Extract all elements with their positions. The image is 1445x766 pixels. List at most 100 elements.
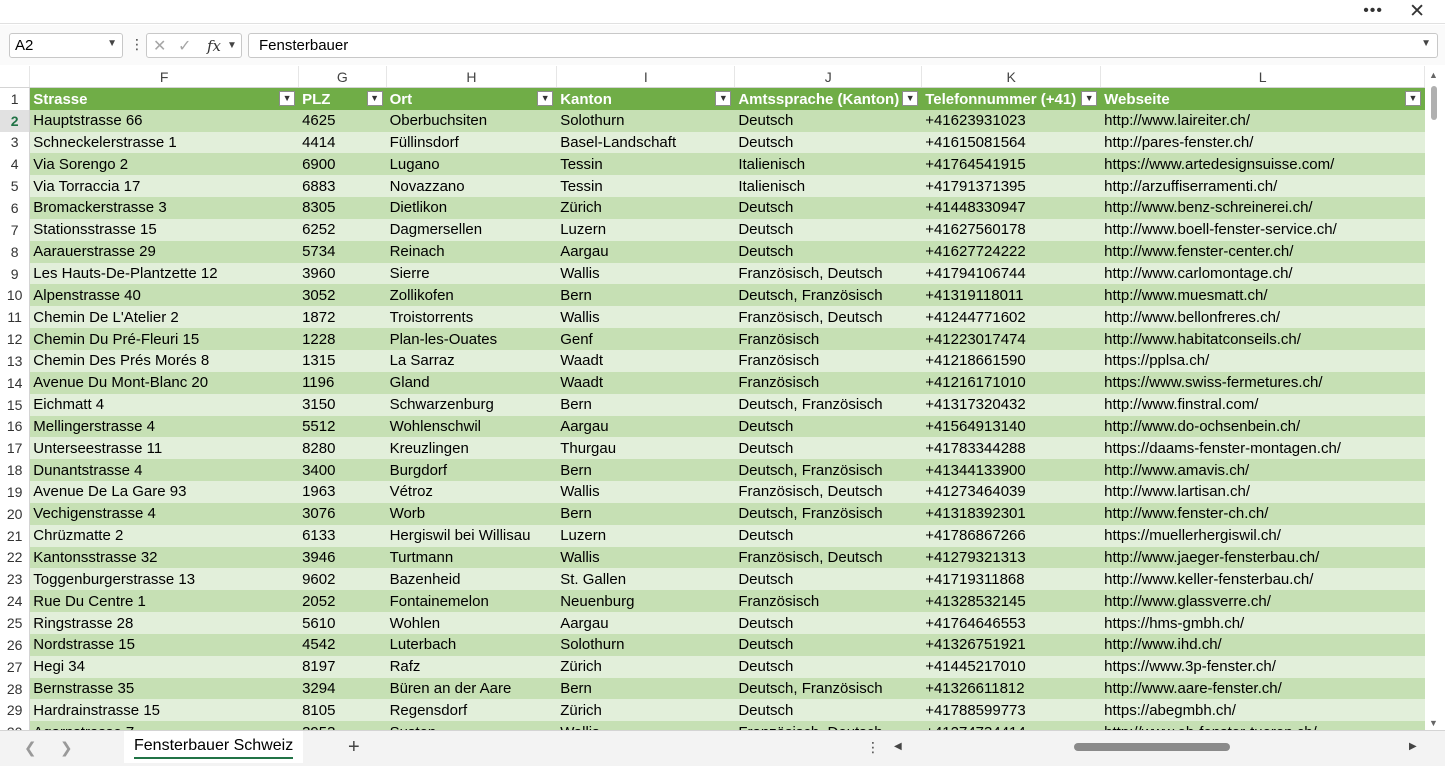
- table-cell[interactable]: http://www.habitatconseils.ch/: [1100, 328, 1425, 350]
- table-cell[interactable]: Hergiswil bei Willisau: [386, 524, 558, 547]
- table-cell[interactable]: Waadt: [556, 349, 736, 372]
- table-cell[interactable]: Unterseestrasse 11: [29, 437, 300, 460]
- row-number[interactable]: 28: [0, 677, 31, 700]
- header-cell[interactable]: Amtssprache (Kanton) ▼: [734, 87, 923, 110]
- table-cell[interactable]: 5512: [298, 415, 387, 438]
- table-cell[interactable]: Basel-Landschaft: [556, 131, 736, 154]
- table-cell[interactable]: Kreuzlingen: [386, 437, 558, 460]
- table-cell[interactable]: 3953: [298, 721, 387, 730]
- table-cell[interactable]: Französisch: [734, 590, 923, 613]
- table-cell[interactable]: 4414: [298, 131, 387, 154]
- table-cell[interactable]: Deutsch: [734, 633, 923, 656]
- scroll-thumb[interactable]: [1074, 743, 1230, 751]
- table-cell[interactable]: Susten: [386, 721, 558, 730]
- sheet-tab-active[interactable]: Fensterbauer Schweiz: [124, 731, 304, 763]
- row-number[interactable]: 4: [0, 153, 31, 176]
- column-header[interactable]: G: [298, 66, 387, 89]
- table-cell[interactable]: Büren an der Aare: [386, 677, 558, 700]
- table-cell[interactable]: http://www.finstral.com/: [1100, 393, 1425, 416]
- table-cell[interactable]: +41326751921: [921, 633, 1102, 656]
- filter-dropdown-icon[interactable]: ▼: [902, 91, 919, 107]
- table-cell[interactable]: Bern: [556, 459, 736, 482]
- column-header[interactable]: I: [556, 66, 736, 89]
- scroll-down-icon[interactable]: ▼: [1429, 718, 1438, 728]
- table-cell[interactable]: Worb: [386, 502, 558, 525]
- table-cell[interactable]: http://www.do-ochsenbein.ch/: [1100, 415, 1425, 438]
- row-number[interactable]: 9: [0, 262, 31, 285]
- table-cell[interactable]: Deutsch: [734, 415, 923, 438]
- row-number[interactable]: 23: [0, 568, 31, 591]
- table-cell[interactable]: Bern: [556, 284, 736, 307]
- table-cell[interactable]: +41615081564: [921, 131, 1102, 154]
- select-all-corner[interactable]: [0, 66, 31, 89]
- table-cell[interactable]: 8280: [298, 437, 387, 460]
- table-cell[interactable]: 8197: [298, 655, 387, 678]
- table-cell[interactable]: Deutsch: [734, 437, 923, 460]
- table-cell[interactable]: Chrüzmatte 2: [29, 524, 300, 547]
- table-cell[interactable]: 1315: [298, 349, 387, 372]
- column-header[interactable]: L: [1100, 66, 1425, 89]
- table-cell[interactable]: http://www.muesmatt.ch/: [1100, 284, 1425, 307]
- row-number[interactable]: 15: [0, 393, 31, 416]
- header-cell[interactable]: Ort ▼: [386, 87, 558, 110]
- table-cell[interactable]: Deutsch: [734, 699, 923, 722]
- table-cell[interactable]: Aargau: [556, 612, 736, 634]
- table-cell[interactable]: Bern: [556, 502, 736, 525]
- row-number[interactable]: 22: [0, 546, 31, 569]
- table-cell[interactable]: +41244771602: [921, 306, 1102, 329]
- table-cell[interactable]: Deutsch: [734, 218, 923, 241]
- header-cell[interactable]: Webseite ▼: [1100, 87, 1425, 110]
- table-cell[interactable]: Bazenheid: [386, 568, 558, 591]
- table-cell[interactable]: Lugano: [386, 153, 558, 176]
- table-cell[interactable]: Les Hauts-De-Plantzette 12: [29, 262, 300, 285]
- table-cell[interactable]: Burgdorf: [386, 459, 558, 482]
- chevron-down-icon[interactable]: ▼: [107, 38, 117, 49]
- table-cell[interactable]: Wohlen: [386, 612, 558, 634]
- table-cell[interactable]: http://www.laireiter.ch/: [1100, 109, 1425, 132]
- row-number[interactable]: 7: [0, 218, 31, 241]
- table-cell[interactable]: http://www.carlomontage.ch/: [1100, 262, 1425, 285]
- table-cell[interactable]: Kantonsstrasse 32: [29, 546, 300, 569]
- table-cell[interactable]: Mellingerstrasse 4: [29, 415, 300, 438]
- table-cell[interactable]: Sierre: [386, 262, 558, 285]
- table-cell[interactable]: Avenue Du Mont-Blanc 20: [29, 371, 300, 394]
- table-cell[interactable]: Schwarzenburg: [386, 393, 558, 416]
- table-cell[interactable]: Bernstrasse 35: [29, 677, 300, 700]
- table-cell[interactable]: Luzern: [556, 524, 736, 547]
- table-cell[interactable]: Französisch: [734, 328, 923, 350]
- table-cell[interactable]: +41218661590: [921, 349, 1102, 372]
- table-cell[interactable]: Tessin: [556, 153, 736, 176]
- table-cell[interactable]: Deutsch: [734, 524, 923, 547]
- next-sheet-icon[interactable]: ❯: [60, 739, 73, 757]
- table-cell[interactable]: Luzern: [556, 218, 736, 241]
- table-cell[interactable]: Oberbuchsiten: [386, 109, 558, 132]
- scroll-left-icon[interactable]: ◀: [894, 741, 902, 752]
- table-cell[interactable]: https://www.3p-fenster.ch/: [1100, 655, 1425, 678]
- table-cell[interactable]: +41764541915: [921, 153, 1102, 176]
- table-cell[interactable]: Deutsch: [734, 131, 923, 154]
- table-cell[interactable]: Bern: [556, 677, 736, 700]
- table-cell[interactable]: http://www.jaeger-fensterbau.ch/: [1100, 546, 1425, 569]
- table-cell[interactable]: https://daams-fenster-montagen.ch/: [1100, 437, 1425, 460]
- table-cell[interactable]: Agarnstrasse 7: [29, 721, 300, 730]
- horizontal-scrollbar[interactable]: [910, 740, 1405, 754]
- vertical-dots-icon[interactable]: ⋮: [866, 739, 880, 756]
- table-cell[interactable]: Deutsch: [734, 655, 923, 678]
- table-cell[interactable]: Neuenburg: [556, 590, 736, 613]
- table-cell[interactable]: Novazzano: [386, 175, 558, 198]
- table-cell[interactable]: Hauptstrasse 66: [29, 109, 300, 132]
- table-cell[interactable]: Französisch, Deutsch: [734, 262, 923, 285]
- table-cell[interactable]: 3294: [298, 677, 387, 700]
- filter-dropdown-icon[interactable]: ▼: [1081, 91, 1098, 107]
- table-cell[interactable]: +41273464039: [921, 481, 1102, 503]
- insert-function-icon[interactable]: fx: [207, 37, 221, 55]
- filter-dropdown-icon[interactable]: ▼: [1405, 91, 1421, 107]
- table-cell[interactable]: Ringstrasse 28: [29, 612, 300, 634]
- table-cell[interactable]: http://www.lartisan.ch/: [1100, 481, 1425, 503]
- table-cell[interactable]: Vétroz: [386, 481, 558, 503]
- table-cell[interactable]: 3400: [298, 459, 387, 482]
- row-number[interactable]: 2: [0, 109, 31, 132]
- formula-input[interactable]: Fensterbauer ▼: [248, 33, 1438, 58]
- table-cell[interactable]: 1872: [298, 306, 387, 329]
- table-cell[interactable]: 1228: [298, 328, 387, 350]
